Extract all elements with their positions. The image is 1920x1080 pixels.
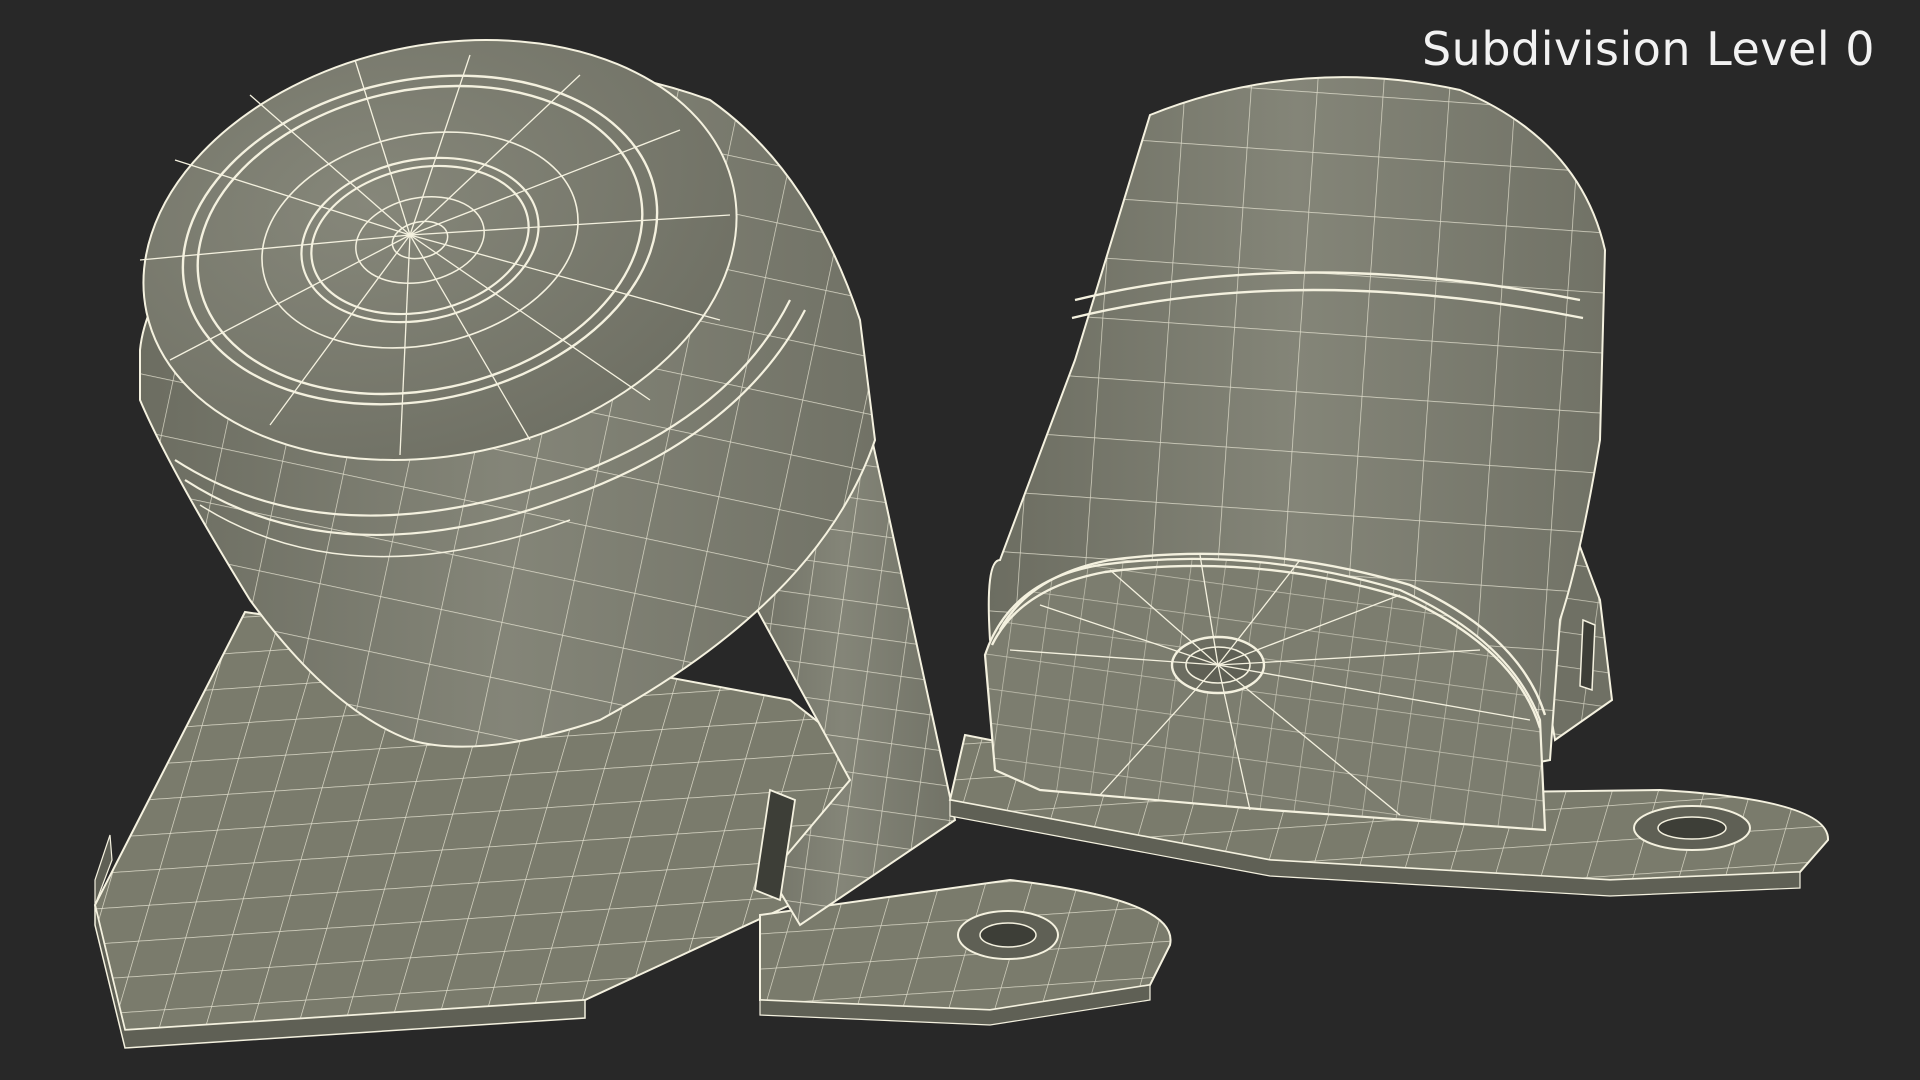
right-side-slot: [1579, 618, 1596, 692]
render-viewport: Subdivision Level 0: [0, 0, 1920, 1080]
left-bracket: [93, 39, 1172, 1049]
right-bracket: [948, 76, 1830, 897]
wireframe-render: [93, 39, 1830, 1049]
subdivision-level-label: Subdivision Level 0: [1421, 22, 1875, 76]
